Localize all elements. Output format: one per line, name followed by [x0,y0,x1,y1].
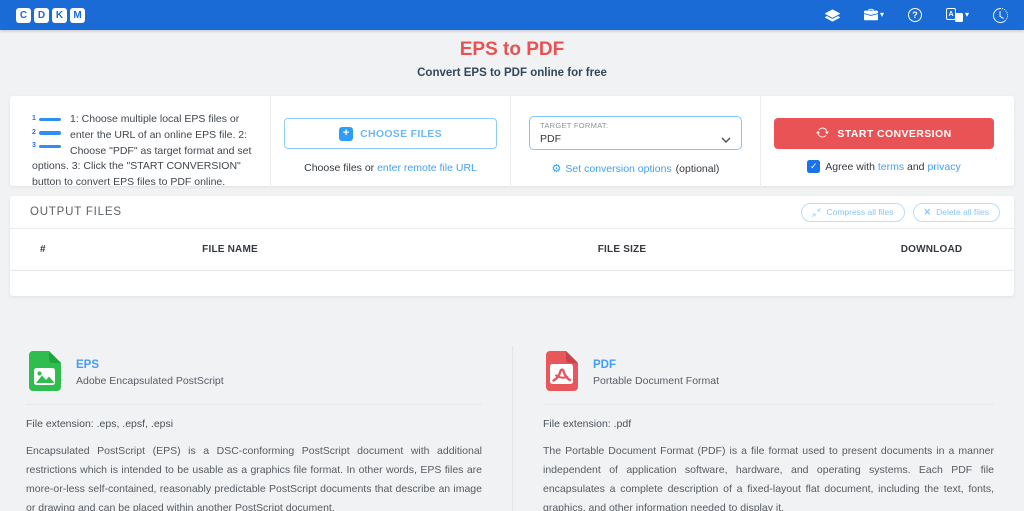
format-description: Encapsulated PostScript (EPS) is a DSC-c… [26,445,482,511]
plus-icon: + [339,126,354,141]
choose-files-block: + CHOOSE FILES Choose files or enter rem… [270,96,510,191]
format-info-section: EPS Adobe Encapsulated PostScript File e… [0,346,1024,511]
hint-text: Choose files or [304,162,378,174]
conversion-options-link[interactable]: Set conversion options [565,163,671,175]
converter-panel: 1 2 3 1: Choose multiple local EPS files… [10,96,1014,191]
format-full-name: Portable Document Format [593,375,720,387]
format-name: PDF [593,359,616,371]
format-full-name: Adobe Encapsulated PostScript [76,375,224,387]
eps-format-titles: EPS Adobe Encapsulated PostScript [76,359,224,387]
divider [543,404,994,405]
compress-icon [812,207,822,217]
pdf-format-column: PDF Portable Document Format File extens… [512,346,1024,511]
delete-all-label: Delete all files [936,207,989,217]
target-format-select[interactable]: TARGET FORMAT: PDF [529,116,742,150]
column-index: # [40,244,46,255]
target-format-block: TARGET FORMAT: PDF ⚙ Set conversion opti… [510,96,760,191]
column-file-size: FILE SIZE [597,244,647,255]
chevron-down-icon: ▾ [964,10,969,19]
instructions-text: 1: Choose multiple local EPS files or en… [32,113,252,188]
remote-url-link[interactable]: enter remote file URL [377,162,477,174]
language-menu[interactable]: A ▾ [945,8,969,22]
compress-all-button[interactable]: Compress all files [801,202,905,222]
delete-all-button[interactable]: ✕ Delete all files [912,202,1000,222]
eps-format-header: EPS Adobe Encapsulated PostScript [26,350,482,392]
page-title: EPS to PDF [459,39,565,60]
privacy-link[interactable]: privacy [927,161,960,173]
column-download: DOWNLOAD [900,244,963,255]
format-name: EPS [76,359,100,371]
pdf-format-titles: PDF Portable Document Format [593,359,719,387]
cdkm-logo[interactable]: C D K M [16,7,85,23]
layers-icon [824,8,840,23]
instructions-block: 1 2 3 1: Choose multiple local EPS files… [10,96,270,191]
target-format-label: TARGET FORMAT: [540,121,609,130]
agree-line: ✓ Agree with terms and privacy [774,160,994,173]
target-format-value: PDF [540,133,561,145]
navbar-actions: ▾ ? A ▾ [824,7,1008,23]
eps-format-column: EPS Adobe Encapsulated PostScript File e… [0,346,512,511]
start-conversion-block: START CONVERSION ✓ Agree with terms and … [760,96,1014,191]
format-extensions: File extension: .pdf [543,418,632,430]
converters-menu[interactable] [824,8,840,23]
output-table-body [10,271,1014,295]
choose-files-button[interactable]: + CHOOSE FILES [284,118,497,149]
page-subtitle: Convert EPS to PDF online for free [417,67,607,79]
agree-checkbox[interactable]: ✓ [807,160,821,173]
top-navbar: C D K M ▾ ? A ▾ [0,0,1024,30]
column-file-name: FILE NAME [202,244,258,255]
format-description: The Portable Document Format (PDF) is a … [543,445,994,511]
history-icon [993,7,1008,23]
chevron-down-icon: ▾ [879,10,884,19]
refresh-icon [816,126,830,142]
logo-letter: C [16,7,31,23]
chevron-down-icon [721,130,731,148]
divider [26,404,482,405]
tools-menu[interactable]: ▾ [863,8,884,22]
help-icon: ? [907,8,922,22]
history-button[interactable] [993,7,1008,23]
logo-letter: D [34,7,49,23]
start-conversion-button[interactable]: START CONVERSION [774,118,994,149]
conversion-options-line: ⚙ Set conversion options (optional) [529,162,742,176]
choose-files-hint: Choose files or enter remote file URL [284,162,497,174]
page-header: EPS to PDF Convert EPS to PDF online for… [0,30,1024,79]
logo-letter: K [52,7,67,23]
compress-all-label: Compress all files [826,207,894,217]
output-files-header: OUTPUT FILES Compress all files ✕ Delete… [10,196,1014,229]
start-conversion-label: START CONVERSION [837,127,952,140]
pdf-file-icon [543,350,581,396]
numbered-list-icon: 1 2 3 [32,114,62,155]
terms-link[interactable]: terms [878,161,904,173]
toolbox-icon [863,8,878,22]
help-button[interactable]: ? [907,8,922,22]
format-extensions: File extension: .eps, .epsf, .epsi [26,418,174,430]
output-table-header: # FILE NAME FILE SIZE DOWNLOAD [10,229,1014,271]
eps-file-icon [26,350,64,396]
logo-letter: M [70,7,85,23]
pdf-format-header: PDF Portable Document Format [543,350,994,392]
output-actions: Compress all files ✕ Delete all files [801,202,1000,222]
choose-files-label: CHOOSE FILES [360,127,442,140]
agree-text: Agree with terms and privacy [825,160,961,173]
output-files-panel: OUTPUT FILES Compress all files ✕ Delete… [10,196,1014,296]
optional-text: (optional) [675,162,720,175]
output-files-title: OUTPUT FILES [30,206,122,218]
gear-icon: ⚙ [551,163,562,175]
language-icon: A [945,8,963,22]
x-icon: ✕ [923,206,932,217]
